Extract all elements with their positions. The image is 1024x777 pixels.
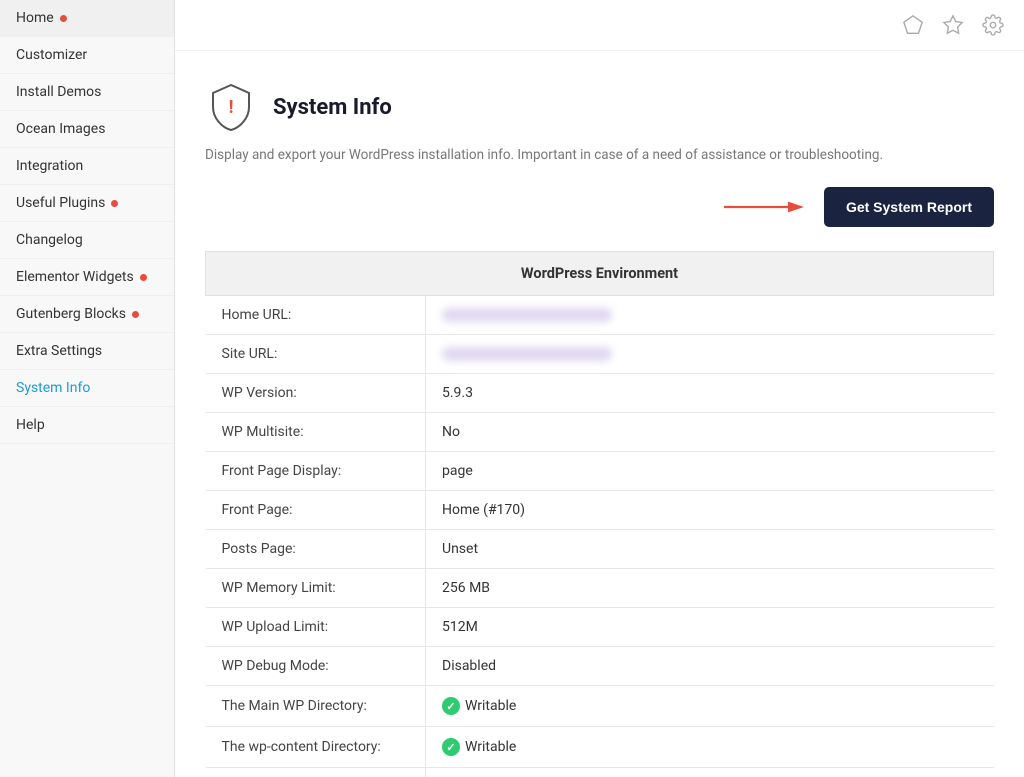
row-label: The uploads Directory: bbox=[206, 768, 426, 777]
row-label: WP Debug Mode: bbox=[206, 647, 426, 686]
main-content: ! System Info Display and export your Wo… bbox=[175, 0, 1024, 777]
table-row: WP Version:5.9.3 bbox=[206, 374, 994, 413]
row-value: Writable bbox=[426, 727, 994, 768]
notification-dot bbox=[132, 311, 139, 318]
table-section-header: WordPress Environment bbox=[206, 252, 994, 296]
row-value: page bbox=[426, 452, 994, 491]
button-row: Get System Report bbox=[205, 187, 994, 227]
sidebar-item-label: Elementor Widgets bbox=[16, 269, 134, 285]
sidebar-item-label: Integration bbox=[16, 158, 83, 174]
row-label: Home URL: bbox=[206, 296, 426, 335]
sidebar-item-label: Changelog bbox=[16, 232, 83, 248]
row-label: Site URL: bbox=[206, 335, 426, 374]
row-label: The Main WP Directory: bbox=[206, 686, 426, 727]
row-label: WP Memory Limit: bbox=[206, 569, 426, 608]
table-row: Home URL: bbox=[206, 296, 994, 335]
writable-badge: Writable bbox=[442, 738, 516, 756]
notification-dot bbox=[111, 200, 118, 207]
star-icon[interactable] bbox=[942, 14, 964, 36]
sidebar-item-label: Help bbox=[16, 417, 45, 433]
arrow-indicator bbox=[724, 195, 804, 219]
row-label: WP Multisite: bbox=[206, 413, 426, 452]
sidebar-item-ocean-images[interactable]: Ocean Images bbox=[0, 111, 174, 148]
sidebar-item-label: Extra Settings bbox=[16, 343, 102, 359]
sidebar-item-label: Gutenberg Blocks bbox=[16, 306, 126, 322]
sidebar-item-gutenberg-blocks[interactable]: Gutenberg Blocks bbox=[0, 296, 174, 333]
sidebar-item-customizer[interactable]: Customizer bbox=[0, 37, 174, 74]
row-label: WP Version: bbox=[206, 374, 426, 413]
sidebar-item-extra-settings[interactable]: Extra Settings bbox=[0, 333, 174, 370]
svg-text:!: ! bbox=[229, 97, 234, 118]
row-value: 512M bbox=[426, 608, 994, 647]
row-label: WP Upload Limit: bbox=[206, 608, 426, 647]
sidebar-item-useful-plugins[interactable]: Useful Plugins bbox=[0, 185, 174, 222]
row-label: The wp-content Directory: bbox=[206, 727, 426, 768]
row-label: Front Page Display: bbox=[206, 452, 426, 491]
row-value: Disabled bbox=[426, 647, 994, 686]
page-subtitle: Display and export your WordPress instal… bbox=[205, 147, 994, 163]
settings-icon[interactable] bbox=[982, 14, 1004, 36]
get-system-report-button[interactable]: Get System Report bbox=[824, 187, 994, 227]
sidebar-item-integration[interactable]: Integration bbox=[0, 148, 174, 185]
page-header: ! System Info bbox=[205, 81, 994, 133]
table-row: The uploads Directory:Writable bbox=[206, 768, 994, 777]
sidebar: Home Customizer Install Demos Ocean Images I… bbox=[0, 0, 175, 777]
table-row: The wp-content Directory: Writable bbox=[206, 727, 994, 768]
table-row: The Main WP Directory: Writable bbox=[206, 686, 994, 727]
row-value: Writable bbox=[426, 686, 994, 727]
sidebar-item-label: Useful Plugins bbox=[16, 195, 105, 211]
sidebar-item-elementor-widgets[interactable]: Elementor Widgets bbox=[0, 259, 174, 296]
sidebar-item-label: System Info bbox=[16, 380, 90, 396]
sidebar-item-label: Home bbox=[16, 10, 54, 26]
check-circle-icon bbox=[442, 697, 460, 715]
table-row: Front Page:Home (#170) bbox=[206, 491, 994, 530]
table-row: Site URL: bbox=[206, 335, 994, 374]
system-info-table: WordPress Environment Home URL:Site URL:… bbox=[205, 251, 994, 777]
notification-dot bbox=[60, 15, 67, 22]
sidebar-item-changelog[interactable]: Changelog bbox=[0, 222, 174, 259]
row-value: 256 MB bbox=[426, 569, 994, 608]
notification-dot bbox=[140, 274, 147, 281]
row-value: Unset bbox=[426, 530, 994, 569]
table-row: WP Memory Limit:256 MB bbox=[206, 569, 994, 608]
check-circle-icon bbox=[442, 738, 460, 756]
table-row: WP Debug Mode:Disabled bbox=[206, 647, 994, 686]
writable-label: Writable bbox=[465, 739, 516, 755]
writable-label: Writable bbox=[465, 698, 516, 714]
diamond-icon[interactable] bbox=[902, 14, 924, 36]
sidebar-item-install-demos[interactable]: Install Demos bbox=[0, 74, 174, 111]
row-value bbox=[426, 296, 994, 335]
table-row: WP Upload Limit:512M bbox=[206, 608, 994, 647]
row-value: Writable bbox=[426, 768, 994, 777]
row-value bbox=[426, 335, 994, 374]
blurred-value bbox=[442, 347, 612, 361]
table-row: Posts Page:Unset bbox=[206, 530, 994, 569]
sidebar-item-home[interactable]: Home bbox=[0, 0, 174, 37]
row-value: 5.9.3 bbox=[426, 374, 994, 413]
row-label: Posts Page: bbox=[206, 530, 426, 569]
sidebar-item-label: Ocean Images bbox=[16, 121, 105, 137]
writable-badge: Writable bbox=[442, 697, 516, 715]
table-row: Front Page Display:page bbox=[206, 452, 994, 491]
sidebar-item-system-info[interactable]: System Info bbox=[0, 370, 174, 407]
row-label: Front Page: bbox=[206, 491, 426, 530]
sidebar-item-label: Customizer bbox=[16, 47, 87, 63]
row-value: Home (#170) bbox=[426, 491, 994, 530]
content-area: ! System Info Display and export your Wo… bbox=[175, 51, 1024, 777]
topbar bbox=[175, 0, 1024, 51]
table-row: WP Multisite:No bbox=[206, 413, 994, 452]
sidebar-item-label: Install Demos bbox=[16, 84, 101, 100]
row-value: No bbox=[426, 413, 994, 452]
shield-icon: ! bbox=[205, 81, 257, 133]
blurred-value bbox=[442, 308, 612, 322]
sidebar-item-help[interactable]: Help bbox=[0, 407, 174, 444]
page-title: System Info bbox=[273, 95, 392, 120]
